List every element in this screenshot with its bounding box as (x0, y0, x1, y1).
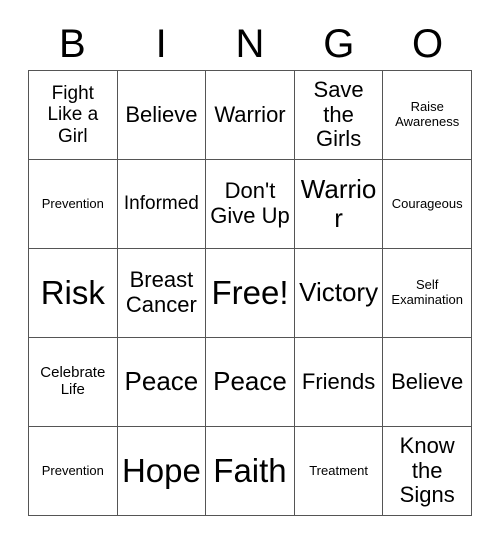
bingo-cell-label: Treatment (309, 462, 368, 478)
bingo-cell[interactable]: Warrior (294, 160, 384, 249)
bingo-cell-label: Celebrate Life (40, 364, 106, 398)
bingo-cell[interactable]: Treatment (294, 427, 384, 516)
bingo-cell-label: Believe (125, 101, 198, 127)
bingo-cell[interactable]: Peace (117, 338, 207, 427)
bingo-cell[interactable]: Friends (294, 338, 384, 427)
bingo-cell[interactable]: Victory (294, 249, 384, 338)
bingo-cell-label: Fight Like a Girl (47, 83, 99, 147)
bingo-cell-free[interactable]: Free! (206, 249, 295, 338)
bingo-cell-label: Risk (40, 273, 105, 311)
bingo-cell-label: Victory (299, 277, 379, 308)
header-letter-i: I (155, 22, 167, 66)
bingo-cell[interactable]: Breast Cancer (117, 249, 207, 338)
bingo-cell[interactable]: Believe (117, 71, 207, 160)
bingo-cell[interactable]: Hope (117, 427, 207, 516)
bingo-cell[interactable]: Raise Awareness (383, 71, 472, 160)
bingo-cell[interactable]: Risk (29, 249, 118, 338)
bingo-cell[interactable]: Prevention (29, 160, 118, 249)
bingo-cell[interactable]: Prevention (29, 427, 118, 516)
header-letter-b: B (59, 22, 86, 66)
bingo-cell-label: Warrior (300, 173, 377, 233)
bingo-cell[interactable]: Warrior (206, 71, 295, 160)
bingo-cell[interactable]: Believe (383, 338, 472, 427)
bingo-cell-label: Save the Girls (313, 77, 364, 152)
bingo-cell-label: Warrior (214, 101, 286, 127)
bingo-cell-label: Know the Signs (399, 433, 455, 508)
bingo-cell-label: Courageous (391, 195, 463, 211)
bingo-cell[interactable]: Know the Signs (383, 427, 472, 516)
bingo-cell-label: Prevention (41, 195, 104, 211)
bingo-cell-label: Self Examination (391, 277, 463, 307)
bingo-cell-label: Peace (213, 366, 287, 397)
bingo-cell-label: Believe (391, 368, 464, 394)
bingo-cell-label: Informed (123, 193, 199, 215)
bingo-cell[interactable]: Peace (206, 338, 295, 427)
bingo-cell-label: Friends (301, 368, 376, 394)
bingo-grid: Fight Like a Girl Believe Warrior Save the … (28, 70, 472, 516)
bingo-cell-label: Peace (124, 366, 199, 397)
bingo-card: B I N G O Fight Like a Girl Believe Warrio… (0, 0, 500, 544)
bingo-cell-label: Free! (211, 273, 289, 311)
bingo-cell[interactable]: Fight Like a Girl (29, 71, 118, 160)
bingo-cell[interactable]: Don't Give Up (206, 160, 295, 249)
bingo-cell[interactable]: Save the Girls (294, 71, 384, 160)
bingo-cell-label: Prevention (41, 462, 104, 478)
bingo-cell-label: Breast Cancer (125, 267, 197, 317)
header-letter-o: O (412, 22, 444, 66)
bingo-cell-label: Don't Give Up (210, 178, 290, 228)
bingo-cell-label: Hope (121, 451, 201, 489)
bingo-cell-label: Raise Awareness (395, 99, 460, 129)
bingo-header: B I N G O (28, 18, 472, 70)
bingo-cell[interactable]: Courageous (383, 160, 472, 249)
bingo-cell[interactable]: Self Examination (383, 249, 472, 338)
bingo-cell[interactable]: Informed (117, 160, 207, 249)
header-letter-g: G (323, 22, 355, 66)
bingo-cell-label: Faith (213, 451, 287, 489)
bingo-cell[interactable]: Celebrate Life (29, 338, 118, 427)
bingo-cell[interactable]: Faith (206, 427, 295, 516)
header-letter-n: N (235, 22, 265, 66)
